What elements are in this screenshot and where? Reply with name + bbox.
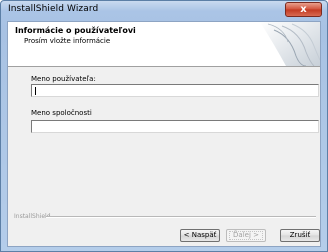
title-bar[interactable]: InstallShield Wizard x (1, 1, 327, 21)
cancel-button[interactable]: Zrušiť (280, 229, 320, 242)
next-button[interactable]: Ďalej > (226, 229, 266, 242)
text-caret (35, 87, 36, 95)
window-title: InstallShield Wizard (8, 4, 99, 14)
company-label: Meno spoločnosti (31, 109, 92, 117)
close-button[interactable]: x (285, 2, 322, 17)
username-label: Meno používateľa: (31, 75, 96, 83)
installer-graphic-icon (260, 22, 320, 66)
username-input[interactable] (31, 84, 319, 97)
back-button[interactable]: < Naspäť (180, 229, 220, 242)
back-button-label: < Naspäť (183, 231, 217, 239)
installer-window: InstallShield Wizard x Informácie o použ… (0, 0, 328, 252)
focus-rectangle (229, 231, 263, 240)
header-title: Informácie o používateľovi (15, 26, 136, 35)
wizard-header: Informácie o používateľovi Prosím vložte… (8, 22, 320, 67)
cancel-button-label: Zrušiť (289, 231, 311, 239)
company-input[interactable] (31, 120, 319, 133)
header-subtitle: Prosím vložte informácie (24, 37, 111, 45)
footer-divider (46, 216, 316, 218)
close-icon: x (300, 4, 307, 15)
wizard-body: Informácie o používateľovi Prosím vložte… (7, 21, 321, 247)
